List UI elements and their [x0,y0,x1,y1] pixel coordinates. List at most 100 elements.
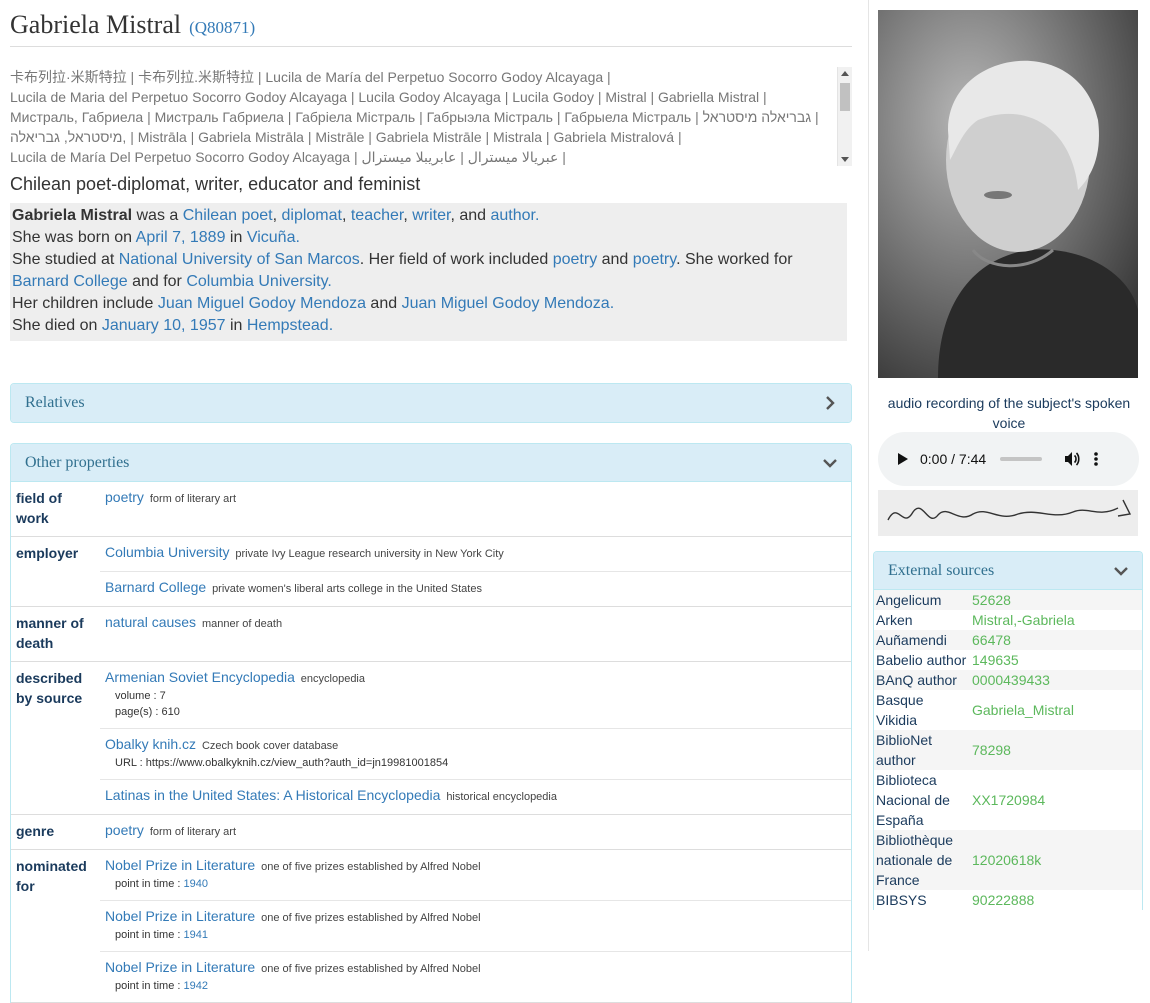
property-values: Armenian Soviet Encyclopedia encyclopedi… [100,662,851,815]
external-source-name: Basque Vikidia [876,692,924,728]
property-value-link[interactable]: Nobel Prize in Literature [105,908,255,924]
scroll-up-arrow-icon[interactable] [841,71,849,76]
external-source-id-link[interactable]: Mistral,-Gabriela [970,610,1142,630]
property-value: Latinas in the United States: A Historic… [100,780,851,814]
more-options-icon[interactable] [1094,451,1098,467]
property-value-link[interactable]: Nobel Prize in Literature [105,959,255,975]
property-value-description: one of five prizes established by Alfred… [261,963,481,975]
property-value-link[interactable]: Nobel Prize in Literature [105,857,255,873]
summary-text: . [327,273,332,290]
signature-image [878,490,1138,536]
external-source-row: Biblioteca Nacional de España XX1720984 [874,770,1142,830]
summary-sentence: Gabriela Mistral was a Chilean poet, dip… [12,205,845,227]
property-value-description: form of literary art [149,493,236,505]
external-source-id-link[interactable]: XX1720984 [970,770,1142,830]
external-source-row: Angelicum 52628 [874,590,1142,610]
summary-sentence: She died on January 10, 1957 in Hempstea… [12,315,845,337]
property-value-description: Czech book cover database [201,740,339,752]
qualifier: point in time : 1941 [105,927,843,943]
qualifier: point in time : 1940 [105,876,843,892]
external-source-id-link[interactable]: 149635 [970,650,1142,670]
qualifier: URL : https://www.obalkyknih.cz/view_aut… [105,755,843,771]
property-value-link[interactable]: Obalky knih.cz [105,736,196,752]
summary-link[interactable]: Juan Miguel Godoy Mendoza [158,295,366,312]
summary-link[interactable]: Vicuña [247,229,296,246]
main-column: Gabriela Mistral (Q80871) 卡布列拉·米斯特拉 | 卡布… [10,0,852,1003]
property-value-link[interactable]: Latinas in the United States: A Historic… [105,787,440,803]
external-source-name: Arken [876,612,913,628]
external-source-row: BiblioNet author 78298 [874,730,1142,770]
external-source-row: Bibliothèque nationale de France 12020618… [874,830,1142,890]
property-value-link[interactable]: Barnard College [105,579,206,595]
summary-link[interactable]: National University of San Marcos [119,251,360,268]
property-value-link[interactable]: natural causes [105,614,196,630]
summary-link[interactable]: diplomat [281,207,341,224]
property-name: manner of death [16,615,84,651]
summary-link[interactable]: Barnard College [12,273,128,290]
qualifier-value[interactable]: 1941 [183,929,207,941]
property-values: Nobel Prize in Literature one of five pr… [100,850,851,1003]
qualifier-value[interactable]: 1942 [183,980,207,992]
summary-text: in [225,317,247,334]
play-icon[interactable] [898,453,908,465]
summary-link[interactable]: April 7, 1889 [136,229,226,246]
external-source-id-link[interactable]: 90222888 [970,890,1142,910]
audio-player[interactable]: 0:00 / 7:44 [878,432,1139,486]
property-value-link[interactable]: Columbia University [105,544,229,560]
external-source-name: Angelicum [874,590,970,610]
property-value: Barnard College private women's liberal … [100,572,851,606]
other-properties-header[interactable]: Other properties [11,444,851,482]
qualifier-value[interactable]: 1940 [183,878,207,890]
external-sources-table: Angelicum 52628 Arken Mistral,-Gabriela Auña… [874,590,1142,910]
summary-link[interactable]: Juan Miguel Godoy Mendoza [402,295,610,312]
scroll-thumb[interactable] [840,83,850,111]
summary-text: and [597,251,633,268]
aliases-scrollbar[interactable] [837,67,852,166]
external-source-id-link[interactable]: 78298 [970,730,1142,770]
summary-link[interactable]: poetry [553,251,597,268]
summary-box: Gabriela Mistral was a Chilean poet, dip… [10,203,847,341]
property-value-link[interactable]: poetry [105,822,144,838]
summary-link[interactable]: Hempstead [247,317,329,334]
summary-text: and for [127,273,187,290]
property-value-link[interactable]: Armenian Soviet Encyclopedia [105,669,295,685]
property-row: field of work poetry form of literary art [11,482,851,537]
external-source-id-link[interactable]: 66478 [970,630,1142,650]
summary-link[interactable]: Columbia University [186,273,327,290]
property-values: poetry form of literary art [100,482,851,537]
property-value: poetry form of literary art [100,815,851,849]
summary-text: . [328,317,334,334]
audio-caption: audio recording of the subject's spoken … [887,395,1131,431]
scroll-down-arrow-icon[interactable] [841,157,849,162]
item-qid-link[interactable]: (Q80871) [189,18,255,37]
external-sources-header[interactable]: External sources [874,552,1142,590]
property-value: poetry form of literary art [100,482,851,516]
external-source-id-link[interactable]: 0000439433 [970,670,1142,690]
external-source-id-link[interactable]: Gabriela_Mistral [970,690,1142,730]
summary-link[interactable]: author [491,207,535,224]
external-source-id-link[interactable]: 12020618k [970,830,1142,890]
summary-link[interactable]: January 10, 1957 [102,317,226,334]
summary-link[interactable]: writer [412,207,450,224]
property-value-description: historical encyclopedia [446,791,557,803]
external-source-id-link[interactable]: 52628 [970,590,1142,610]
summary-link[interactable]: teacher [351,207,403,224]
qualifier-separator: : [136,757,146,769]
chevron-right-icon[interactable] [823,396,837,410]
summary-subject: Gabriela Mistral [12,207,133,224]
chevron-down-icon[interactable] [823,456,837,470]
property-row: nominated for Nobel Prize in Literature o… [11,850,851,1003]
qualifier-key: point in time [115,980,175,992]
item-description: Chilean poet-diplomat, writer, educator … [10,174,421,194]
summary-link[interactable]: Chilean [183,207,237,224]
qualifier-separator: : [150,690,160,702]
chevron-down-icon[interactable] [1114,564,1128,578]
summary-text: , [341,207,351,224]
audio-progress-slider[interactable] [1000,457,1043,461]
property-value-link[interactable]: poetry [105,489,144,505]
relatives-panel-header[interactable]: Relatives [11,384,851,422]
volume-icon[interactable] [1064,451,1080,467]
qualifier-separator: : [174,980,184,992]
summary-link[interactable]: poetry [633,251,676,268]
summary-link[interactable]: poet [241,207,272,224]
